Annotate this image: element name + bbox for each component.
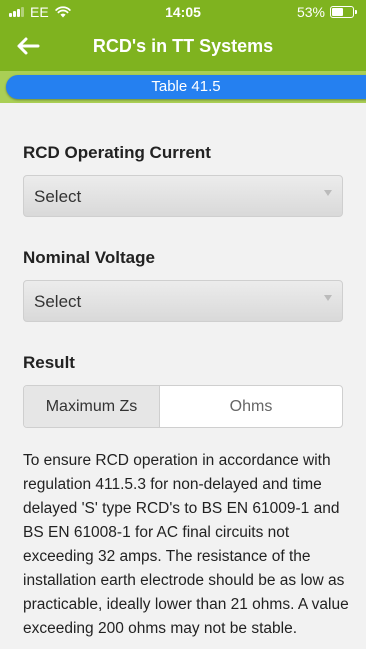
battery-level-fill xyxy=(332,8,343,16)
status-bar: EE 14:05 53% xyxy=(0,0,366,24)
result-value: Ohms xyxy=(229,398,273,415)
rcd-operating-current-label: RCD Operating Current xyxy=(23,143,211,162)
app-header: EE 14:05 53% RCD's in TT Systems xyxy=(0,0,366,73)
nominal-voltage-select[interactable]: Select xyxy=(23,280,343,322)
rcd-operating-current-select[interactable]: Select xyxy=(23,175,343,217)
result-box: Maximum Zs Ohms xyxy=(23,385,343,428)
nominal-voltage-value: Select xyxy=(34,292,82,311)
result-heading: Result xyxy=(23,353,75,372)
result-label: Maximum Zs xyxy=(24,386,160,427)
page-title: RCD's in TT Systems xyxy=(92,36,274,56)
status-right: 53% xyxy=(296,4,357,20)
battery-percent: 53% xyxy=(296,4,325,20)
battery-icon xyxy=(330,6,357,18)
rcd-operating-current-value: Select xyxy=(34,187,82,206)
description-text: To ensure RCD operation in accordance wi… xyxy=(23,452,349,637)
nav-bar: RCD's in TT Systems xyxy=(0,24,366,70)
tab-table-41-5[interactable]: Table 41.5 xyxy=(6,75,366,99)
chevron-down-icon xyxy=(324,190,332,196)
tab-strip: Table 41.5 xyxy=(0,71,366,103)
nominal-voltage-label: Nominal Voltage xyxy=(23,248,155,267)
chevron-down-icon xyxy=(324,295,332,301)
